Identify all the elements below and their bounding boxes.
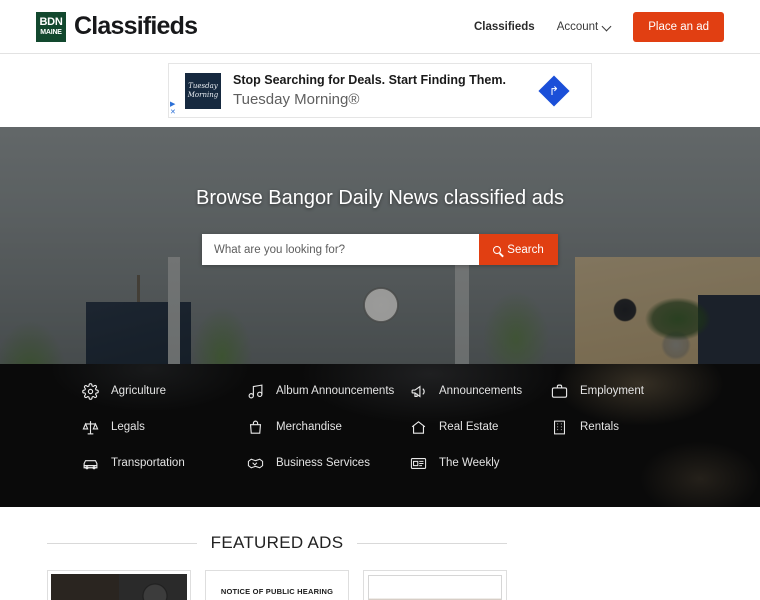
building-icon xyxy=(551,419,568,436)
adchoices-close-icon[interactable]: ✕ xyxy=(170,109,176,116)
category-label: Employment xyxy=(580,385,644,397)
newspaper-icon xyxy=(410,455,427,472)
site-header: BDN MAINE Classifieds Classifieds Accoun… xyxy=(0,0,760,54)
logo-line-maine: MAINE xyxy=(40,29,62,36)
category-label: Announcements xyxy=(439,385,523,397)
category-item-rentals[interactable]: Rentals xyxy=(551,416,680,438)
advertiser-logo-line1: Tuesday xyxy=(188,82,218,91)
ad-banner-region: ▶ ✕ Tuesday Morning Stop Searching for D… xyxy=(0,54,760,127)
shopping-bag-icon xyxy=(247,419,264,436)
hero-section: Browse Bangor Daily News classified ads … xyxy=(0,127,760,364)
featured-ad-title: NOTICE OF PUBLIC HEARING xyxy=(220,587,334,596)
category-item-announcements[interactable]: Announcements xyxy=(410,380,551,402)
featured-ad-thumbnail xyxy=(51,574,187,600)
search-button[interactable]: Search xyxy=(479,234,558,265)
category-label: Real Estate xyxy=(439,421,499,433)
briefcase-icon xyxy=(551,383,568,400)
google-ad-banner[interactable]: ▶ ✕ Tuesday Morning Stop Searching for D… xyxy=(168,63,592,118)
music-note-icon xyxy=(247,383,264,400)
rule-left xyxy=(47,542,197,544)
hero-title: Browse Bangor Daily News classified ads xyxy=(196,187,564,209)
featured-ad-card[interactable]: NOTICE OF PUBLIC HEARING xyxy=(205,570,349,600)
advertiser-logo: Tuesday Morning xyxy=(185,72,221,109)
car-icon xyxy=(82,455,99,472)
featured-ad-card[interactable] xyxy=(363,570,507,600)
rule-right xyxy=(357,542,508,544)
hero-content: Browse Bangor Daily News classified ads … xyxy=(0,127,760,364)
place-an-ad-button[interactable]: Place an ad xyxy=(633,11,724,42)
megaphone-icon xyxy=(410,383,427,400)
featured-ad-card[interactable] xyxy=(47,570,191,600)
category-label: Rentals xyxy=(580,421,619,433)
gear-icon xyxy=(82,382,99,400)
search-input[interactable] xyxy=(202,234,479,265)
nav-item-account[interactable]: Account xyxy=(557,21,612,33)
featured-ads-title: FEATURED ADS xyxy=(210,533,344,552)
category-item-employment[interactable]: Employment xyxy=(551,380,680,402)
category-label: Transportation xyxy=(111,457,185,469)
category-item-business-services[interactable]: Business Services xyxy=(247,452,410,474)
category-item-the-weekly[interactable]: The Weekly xyxy=(410,452,551,474)
account-label: Account xyxy=(556,20,599,33)
category-item-merchandise[interactable]: Merchandise xyxy=(247,416,410,438)
category-label: The Weekly xyxy=(439,457,500,469)
category-label: Business Services xyxy=(276,457,370,469)
ad-copy: Stop Searching for Deals. Start Finding … xyxy=(233,73,506,108)
ad-cta-glyph: ↱ xyxy=(548,83,560,98)
brand-logo[interactable]: BDN MAINE Classifieds xyxy=(36,11,198,42)
category-label: Album Announcements xyxy=(276,385,395,397)
category-item-agriculture[interactable]: Agriculture xyxy=(82,380,247,402)
logo-line-bdn: BDN xyxy=(39,16,63,28)
category-item-real-estate[interactable]: Real Estate xyxy=(410,416,551,438)
ad-cta-arrow-icon[interactable]: ↱ xyxy=(538,74,570,107)
primary-nav: Classifieds Account Place an ad xyxy=(474,11,724,42)
featured-ad-thumbnail xyxy=(368,575,502,600)
bdn-maine-logo-mark: BDN MAINE xyxy=(36,11,66,42)
advertiser-logo-line2: Morning xyxy=(187,90,219,99)
home-icon xyxy=(410,419,427,436)
chevron-down-icon xyxy=(603,23,611,31)
scales-icon xyxy=(82,419,99,436)
category-label: Merchandise xyxy=(276,421,342,433)
category-grid: Agriculture Album Announcements Announce… xyxy=(0,364,760,474)
search-icon xyxy=(493,245,502,254)
featured-ads-list: NOTICE OF PUBLIC HEARING xyxy=(47,570,760,600)
adchoices-play-icon[interactable]: ▶ xyxy=(170,101,176,108)
brand-wordmark: Classifieds xyxy=(74,12,198,40)
ad-choices-controls[interactable]: ▶ ✕ xyxy=(170,101,176,116)
handshake-icon xyxy=(247,455,264,472)
category-item-transportation[interactable]: Transportation xyxy=(82,452,247,474)
ad-advertiser-name: Tuesday Morning® xyxy=(233,91,360,108)
category-label: Agriculture xyxy=(111,385,166,397)
featured-ads-section: FEATURED ADS NOTICE OF PUBLIC HEARING Fa… xyxy=(0,507,760,600)
category-item-legals[interactable]: Legals xyxy=(82,416,247,438)
nav-item-classifieds[interactable]: Classifieds xyxy=(474,21,535,33)
category-item-album-announcements[interactable]: Album Announcements xyxy=(247,380,410,402)
hero-search-bar: Search xyxy=(202,234,558,265)
featured-ads-header: FEATURED ADS xyxy=(47,533,508,553)
ad-headline: Stop Searching for Deals. Start Finding … xyxy=(233,73,506,87)
category-label: Legals xyxy=(111,421,145,433)
category-nav-section: Agriculture Album Announcements Announce… xyxy=(0,364,760,507)
search-button-label: Search xyxy=(507,243,544,256)
